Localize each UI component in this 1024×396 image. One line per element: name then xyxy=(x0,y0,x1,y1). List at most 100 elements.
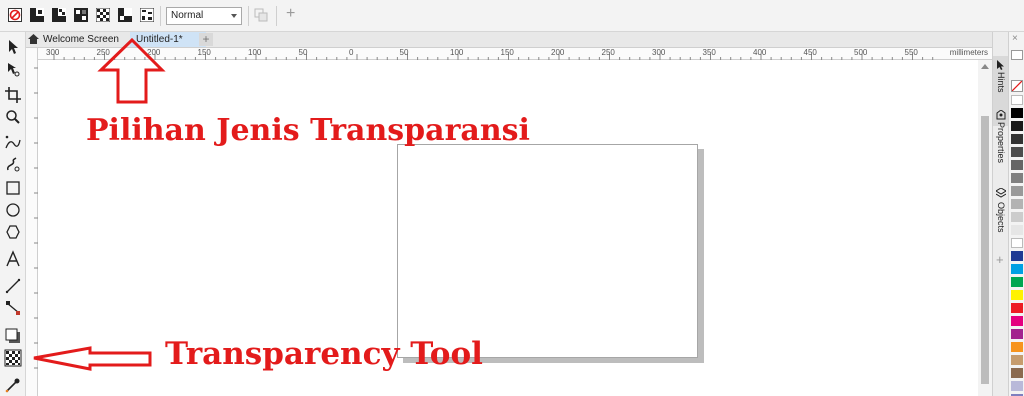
rectangle-tool-icon[interactable] xyxy=(4,179,22,197)
color-swatch[interactable] xyxy=(1011,251,1023,261)
fountain-transparency-icon[interactable] xyxy=(52,8,66,22)
scrollbar-thumb[interactable] xyxy=(981,116,989,384)
texture-transparency-icon[interactable] xyxy=(140,8,154,22)
palette-flyout-button[interactable] xyxy=(1011,50,1023,60)
annotation-top-label: Pilihan Jenis Transparansi xyxy=(86,113,530,148)
home-icon xyxy=(28,34,39,47)
color-swatch[interactable] xyxy=(1011,134,1023,144)
docker-panel: Hints Properties Objects + xyxy=(992,32,1009,396)
color-swatch[interactable] xyxy=(1011,316,1023,326)
text-tool-icon[interactable] xyxy=(4,250,22,268)
crop-tool-icon[interactable] xyxy=(4,86,22,104)
vertical-ruler-ticks xyxy=(34,67,38,369)
dimension-tool-icon[interactable] xyxy=(4,277,22,295)
eyedropper-tool-icon[interactable] xyxy=(4,376,22,394)
tab-properties[interactable]: Properties xyxy=(993,106,1009,186)
color-swatch[interactable] xyxy=(1011,277,1023,287)
ruler-label: 500 xyxy=(854,48,868,57)
toolbar-separator xyxy=(160,6,161,26)
ellipse-tool-icon[interactable] xyxy=(4,201,22,219)
tab-hints-label: Hints xyxy=(996,72,1006,93)
new-tab-button[interactable]: + xyxy=(199,33,213,46)
vector-pattern-transparency-icon[interactable] xyxy=(74,8,88,22)
freehand-tool-icon[interactable] xyxy=(4,134,22,152)
ruler-label: 150 xyxy=(500,48,514,57)
color-swatch[interactable] xyxy=(1011,264,1023,274)
ruler-label: 450 xyxy=(803,48,817,57)
tab-objects-label: Objects xyxy=(996,202,1006,233)
palette-close-icon[interactable]: × xyxy=(1012,33,1018,44)
color-swatch[interactable] xyxy=(1011,95,1023,105)
toolbox xyxy=(0,32,26,396)
ruler-label: 100 xyxy=(450,48,464,57)
toolbar-separator xyxy=(248,6,249,26)
annotation-bottom-label: Transparency Tool xyxy=(165,336,483,372)
connector-tool-icon[interactable] xyxy=(4,299,22,317)
shape-tool-icon[interactable] xyxy=(4,60,22,78)
tab-objects[interactable]: Objects xyxy=(993,186,1009,256)
color-palette: × xyxy=(1008,32,1024,396)
document-tab-bar: Welcome Screen Untitled-1* + xyxy=(26,32,992,48)
color-swatch[interactable] xyxy=(1011,186,1023,196)
color-swatch[interactable] xyxy=(1011,212,1023,222)
ruler-label: 50 xyxy=(399,48,409,57)
polygon-tool-icon[interactable] xyxy=(4,223,22,241)
color-swatch[interactable] xyxy=(1011,329,1023,339)
merge-mode-value: Normal xyxy=(171,10,204,21)
pick-tool-icon[interactable] xyxy=(4,38,22,56)
ruler-label: 250 xyxy=(96,48,110,57)
uniform-transparency-icon[interactable] xyxy=(30,8,44,22)
color-swatch[interactable] xyxy=(1011,368,1023,378)
document-page[interactable] xyxy=(397,144,698,358)
ruler-label: 100 xyxy=(248,48,262,57)
coreldraw-window: Normal + Welcome Screen Untitled-1* + mi… xyxy=(0,0,1024,396)
ruler-label: 300 xyxy=(46,48,60,57)
scroll-up-icon[interactable] xyxy=(981,64,989,69)
color-swatch[interactable] xyxy=(1011,121,1023,131)
tab-untitled-document[interactable]: Untitled-1* xyxy=(130,32,206,47)
ruler-ticks xyxy=(53,54,934,60)
color-swatch[interactable] xyxy=(1011,303,1023,313)
ruler-units: millimeters xyxy=(949,48,988,57)
vertical-scrollbar[interactable] xyxy=(978,60,992,396)
color-swatch[interactable] xyxy=(1011,381,1023,391)
color-swatch[interactable] xyxy=(1011,160,1023,170)
add-docker-button[interactable]: + xyxy=(996,252,1004,267)
ruler-label: 200 xyxy=(551,48,565,57)
transparency-tool-icon[interactable] xyxy=(4,349,22,367)
chevron-down-icon xyxy=(231,14,237,18)
ruler-label: 400 xyxy=(753,48,767,57)
copy-transparency-icon[interactable] xyxy=(254,8,268,22)
ruler-label: 50 xyxy=(298,48,308,57)
ruler-label: 150 xyxy=(197,48,211,57)
tab-welcome-screen[interactable]: Welcome Screen xyxy=(26,32,130,47)
bitmap-pattern-transparency-icon[interactable] xyxy=(96,8,110,22)
two-color-pattern-transparency-icon[interactable] xyxy=(118,8,132,22)
color-swatch[interactable] xyxy=(1011,290,1023,300)
ruler-label: 250 xyxy=(601,48,615,57)
color-swatch[interactable] xyxy=(1011,173,1023,183)
merge-mode-select[interactable]: Normal xyxy=(166,7,242,25)
color-swatch[interactable] xyxy=(1011,147,1023,157)
color-swatch[interactable] xyxy=(1011,108,1023,118)
artistic-media-tool-icon[interactable] xyxy=(4,156,22,174)
vertical-ruler[interactable] xyxy=(26,48,38,396)
ruler-label: 200 xyxy=(147,48,161,57)
tab-properties-label: Properties xyxy=(996,122,1006,164)
toolbar-separator xyxy=(276,6,277,26)
color-swatch[interactable] xyxy=(1011,238,1023,248)
zoom-tool-icon[interactable] xyxy=(4,108,22,126)
property-bar: Normal + xyxy=(0,0,1024,32)
hints-pointer-icon xyxy=(997,60,1004,70)
add-toolbar-item-button[interactable]: + xyxy=(286,6,300,22)
color-swatch[interactable] xyxy=(1011,225,1023,235)
color-swatch[interactable] xyxy=(1011,342,1023,352)
no-transparency-icon[interactable] xyxy=(8,8,22,22)
horizontal-ruler[interactable]: millimeters 300 250 200 150 100 50 0 50 100 150 20… xyxy=(38,48,992,60)
color-swatch[interactable] xyxy=(1011,199,1023,209)
ruler-label: 300 xyxy=(652,48,666,57)
tab-document-label: Untitled-1* xyxy=(136,34,183,45)
color-swatch[interactable] xyxy=(1011,355,1023,365)
no-color-swatch[interactable] xyxy=(1011,80,1023,92)
drop-shadow-tool-icon[interactable] xyxy=(4,327,22,345)
